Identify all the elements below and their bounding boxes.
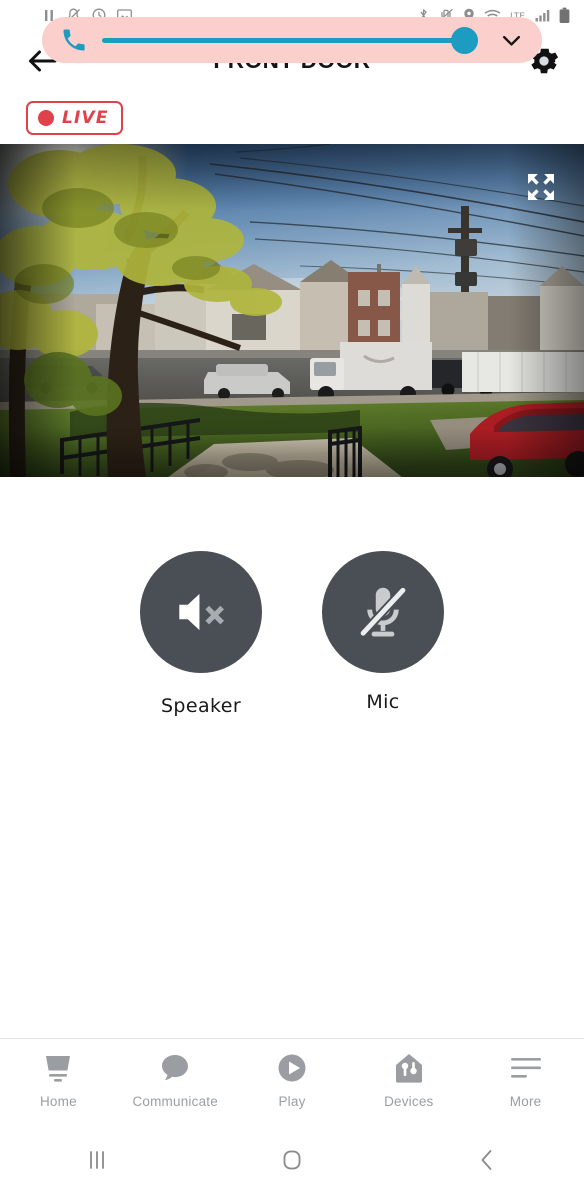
live-record-dot-icon	[38, 110, 54, 126]
call-volume-overlay[interactable]	[42, 17, 542, 63]
tab-devices-label: Devices	[384, 1093, 434, 1109]
mic-label: Mic	[366, 691, 400, 713]
tab-home[interactable]: Home	[0, 1051, 117, 1109]
fullscreen-expand-icon[interactable]	[520, 166, 562, 208]
chevron-down-icon[interactable]	[494, 27, 528, 54]
speaker-mute-icon	[179, 593, 224, 631]
home-button[interactable]	[195, 1146, 390, 1174]
tab-devices[interactable]: Devices	[350, 1051, 467, 1109]
speaker-toggle-button[interactable]: Speaker	[125, 551, 277, 717]
speaker-button-circle[interactable]	[140, 551, 262, 673]
signal-bars-icon	[535, 9, 550, 21]
app-root: LTE FRONT DOOR LIVE	[0, 0, 584, 1200]
bottom-tab-bar: Home Communicate Play Devices More	[0, 1038, 584, 1120]
battery-icon	[559, 7, 570, 23]
tab-play-label: Play	[278, 1093, 306, 1109]
live-label: LIVE	[62, 108, 109, 128]
camera-live-video[interactable]	[0, 144, 584, 477]
volume-slider-track	[102, 37, 478, 43]
recents-icon	[90, 1151, 105, 1169]
house-devices-icon	[393, 1051, 425, 1085]
back-nav-button[interactable]	[389, 1146, 584, 1174]
tab-play[interactable]: Play	[234, 1051, 351, 1109]
home-screen-icon	[41, 1051, 75, 1085]
phone-call-icon	[60, 26, 90, 54]
home-circle-icon	[283, 1150, 301, 1170]
live-indicator-row: LIVE	[0, 92, 584, 144]
more-lines-icon	[509, 1051, 543, 1085]
speaker-label: Speaker	[160, 695, 242, 717]
volume-slider-thumb[interactable]	[451, 26, 478, 54]
recents-button[interactable]	[0, 1147, 195, 1173]
play-circle-icon	[276, 1051, 308, 1085]
mic-toggle-button[interactable]: Mic	[307, 551, 459, 713]
mic-button-circle[interactable]	[322, 551, 444, 673]
audio-controls: Speaker Mic	[0, 477, 584, 1038]
speech-bubble-icon	[159, 1051, 191, 1085]
tab-communicate[interactable]: Communicate	[117, 1051, 234, 1109]
mic-mute-icon	[358, 585, 408, 638]
android-navigation-bar	[0, 1120, 584, 1200]
tab-more[interactable]: More	[467, 1051, 584, 1109]
tab-home-label: Home	[39, 1093, 77, 1109]
tab-more-label: More	[509, 1093, 542, 1109]
nav-back-icon	[481, 1150, 492, 1170]
volume-slider[interactable]	[102, 26, 478, 54]
live-badge: LIVE	[26, 101, 123, 135]
video-frame-image	[0, 144, 584, 477]
tab-communicate-label: Communicate	[132, 1093, 218, 1109]
